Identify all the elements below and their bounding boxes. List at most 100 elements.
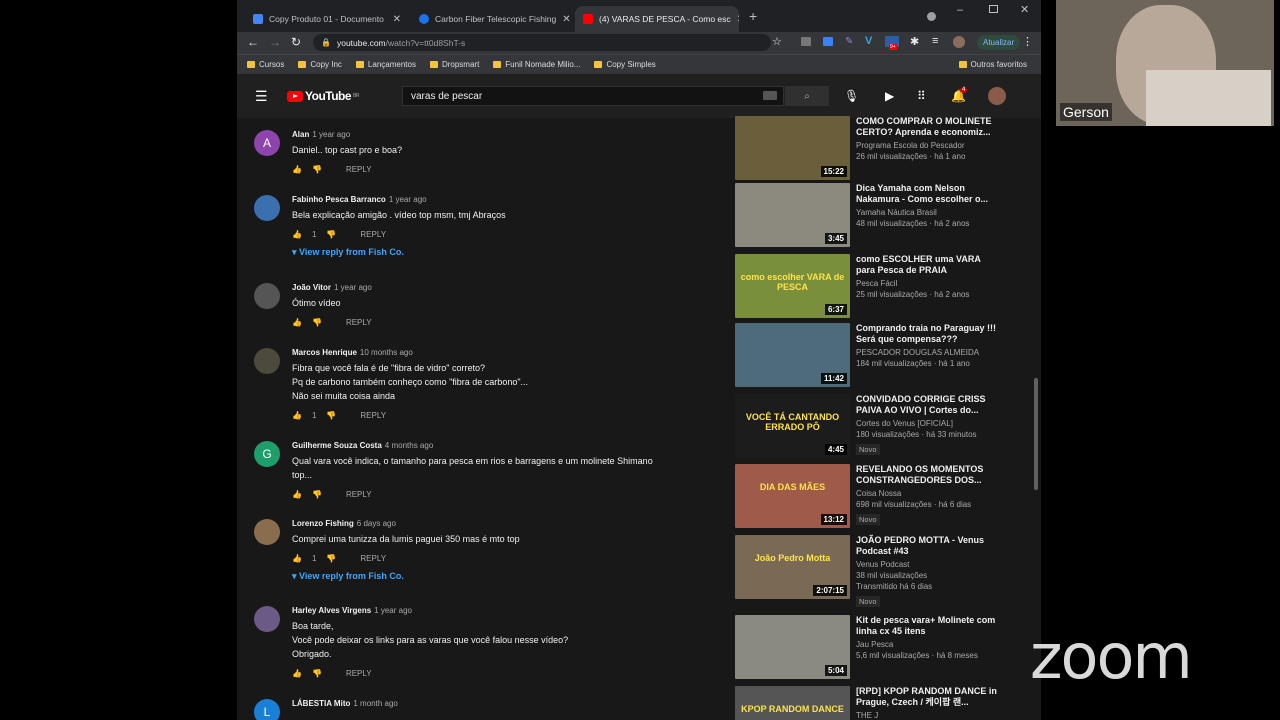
tab-docs[interactable]: Copy Produto 01 - Documento ✕ <box>245 6 409 32</box>
scrollbar[interactable] <box>1034 378 1038 490</box>
view-reply-button[interactable]: ▾ View reply from Fish Co. <box>292 247 712 258</box>
related-video[interactable]: 15:22 COMO COMPRAR O MOLINETE CERTO? Apre… <box>735 116 1003 182</box>
comment-time[interactable]: 1 year ago <box>334 283 372 292</box>
comment-author[interactable]: Lorenzo Fishing <box>292 519 354 528</box>
microphone-icon[interactable]: 🎙 <box>844 89 859 103</box>
reply-button[interactable]: REPLY <box>360 554 386 563</box>
avatar[interactable] <box>254 283 280 309</box>
video-thumbnail[interactable]: VOCÊ TÁ CANTANDO ERRADO PÔ 4:45 <box>735 394 850 458</box>
video-channel[interactable]: Pesca Fácil <box>856 279 1001 288</box>
comment-author[interactable]: Fabinho Pesca Barranco <box>292 195 386 204</box>
profile-dot-icon[interactable] <box>927 12 936 21</box>
video-thumbnail[interactable]: KPOP RANDOM DANCE <box>735 686 850 720</box>
dislike-icon[interactable]: 👎 <box>312 490 322 499</box>
video-channel[interactable]: Cortes do Venus [OFICIAL] <box>856 419 1001 428</box>
comment-time[interactable]: 10 months ago <box>360 348 413 357</box>
extension-icon[interactable]: V <box>865 35 872 47</box>
video-title[interactable]: COMO COMPRAR O MOLINETE CERTO? Aprenda e… <box>856 116 1001 138</box>
video-channel[interactable]: Venus Podcast <box>856 560 1001 569</box>
avatar[interactable]: L <box>254 699 280 720</box>
related-video[interactable]: 5:04 Kit de pesca vara+ Molinete com linh… <box>735 615 1003 681</box>
bookmark-star-icon[interactable]: ☆ <box>772 35 782 48</box>
bookmark-cursos[interactable]: Cursos <box>247 60 284 69</box>
dislike-icon[interactable]: 👎 <box>326 411 336 420</box>
bookmark-lancamentos[interactable]: Lançamentos <box>355 60 416 69</box>
youtube-logo[interactable]: YouTube BR <box>287 89 359 103</box>
video-thumbnail[interactable]: 15:22 <box>735 116 850 180</box>
avatar[interactable] <box>254 348 280 374</box>
comment-author[interactable]: LÁBESTIA Mito <box>292 699 350 708</box>
avatar[interactable] <box>254 519 280 545</box>
video-channel[interactable]: PESCADOR DOUGLAS ALMEIDA <box>856 348 1001 357</box>
video-thumbnail[interactable]: 3:45 <box>735 183 850 247</box>
video-title[interactable]: REVELANDO OS MOMENTOS CONSTRANGEDORES DO… <box>856 464 1001 486</box>
new-tab-button[interactable]: + <box>749 8 757 24</box>
account-avatar[interactable] <box>988 87 1006 105</box>
extension-icon[interactable] <box>801 37 811 46</box>
extension-icon[interactable]: ✎ <box>845 36 853 47</box>
bookmark-funil[interactable]: Funil Nomade Milio... <box>493 60 580 69</box>
related-video[interactable]: como escolher VARA de PESCA 6:37 como ESCO… <box>735 254 1003 320</box>
bookmark-dropsmart[interactable]: Dropsmart <box>429 60 479 69</box>
like-icon[interactable]: 👍 <box>292 411 302 420</box>
reply-button[interactable]: REPLY <box>346 165 372 174</box>
puzzle-icon[interactable]: ✱ <box>910 35 919 48</box>
dislike-icon[interactable]: 👎 <box>312 318 322 327</box>
tab-youtube[interactable]: (4) VARAS DE PESCA - Como esc ✕ <box>575 6 739 32</box>
like-icon[interactable]: 👍 <box>292 318 302 327</box>
video-thumbnail[interactable]: como escolher VARA de PESCA 6:37 <box>735 254 850 318</box>
like-icon[interactable]: 👍 <box>292 230 302 239</box>
video-channel[interactable]: Yamaha Náutica Brasil <box>856 208 1001 217</box>
comment-time[interactable]: 1 year ago <box>374 606 412 615</box>
update-button[interactable]: Atualizar <box>977 35 1021 50</box>
like-icon[interactable]: 👍 <box>292 490 302 499</box>
view-reply-button[interactable]: ▾ View reply from Fish Co. <box>292 571 712 582</box>
video-thumbnail[interactable]: 11:42 <box>735 323 850 387</box>
tab-carbon-fiber[interactable]: Carbon Fiber Telescopic Fishing ✕ <box>411 6 573 32</box>
video-title[interactable]: como ESCOLHER uma VARA para Pesca de PRA… <box>856 254 1001 276</box>
reply-button[interactable]: REPLY <box>346 669 372 678</box>
video-thumbnail[interactable]: 5:04 <box>735 615 850 679</box>
video-channel[interactable]: Jau Pesca <box>856 640 1001 649</box>
comment-time[interactable]: 1 month ago <box>353 699 397 708</box>
reply-button[interactable]: REPLY <box>346 318 372 327</box>
close-tab-icon[interactable]: ✕ <box>393 14 401 25</box>
comment-time[interactable]: 1 year ago <box>312 130 350 139</box>
avatar[interactable]: G <box>254 441 280 467</box>
comment-time[interactable]: 1 year ago <box>389 195 427 204</box>
search-button[interactable]: ⌕ <box>785 86 829 106</box>
search-input[interactable]: varas de pescar <box>402 86 784 106</box>
reply-button[interactable]: REPLY <box>360 230 386 239</box>
video-thumbnail[interactable]: João Pedro Motta 2:07:15 <box>735 535 850 599</box>
back-icon[interactable]: ← <box>247 35 259 49</box>
close-window-icon[interactable]: ✕ <box>1020 3 1029 16</box>
dislike-icon[interactable]: 👎 <box>326 554 336 563</box>
avatar[interactable] <box>254 606 280 632</box>
video-thumbnail[interactable]: DIA DAS MÃES 13:12 <box>735 464 850 528</box>
related-video[interactable]: 11:42 Comprando traia no Paraguay !!! Ser… <box>735 323 1003 389</box>
bookmark-other[interactable]: Outros favoritos <box>958 60 1027 69</box>
forward-icon[interactable]: → <box>269 35 281 49</box>
video-channel[interactable]: Coisa Nossa <box>856 489 1001 498</box>
comment-author[interactable]: Harley Alves Virgens <box>292 606 371 615</box>
like-icon[interactable]: 👍 <box>292 165 302 174</box>
video-title[interactable]: [RPD] KPOP RANDOM DANCE in Prague, Czech… <box>856 686 1001 708</box>
hamburger-menu-icon[interactable]: ☰ <box>255 88 268 105</box>
dislike-icon[interactable]: 👎 <box>312 669 322 678</box>
video-channel[interactable]: Programa Escola do Pescador <box>856 141 1001 150</box>
dislike-icon[interactable]: 👎 <box>312 165 322 174</box>
close-tab-icon[interactable]: ✕ <box>562 14 570 25</box>
comment-time[interactable]: 4 months ago <box>385 441 433 450</box>
related-video[interactable]: 3:45 Dica Yamaha com Nelson Nakamura - Co… <box>735 183 1003 249</box>
maximize-icon[interactable] <box>989 5 998 13</box>
video-title[interactable]: Dica Yamaha com Nelson Nakamura - Como e… <box>856 183 1001 205</box>
video-title[interactable]: JOÃO PEDRO MOTTA - Venus Podcast #43 <box>856 535 1001 557</box>
bookmark-copy-inc[interactable]: Copy Inc <box>298 60 342 69</box>
video-title[interactable]: CONVIDADO CORRIGE CRISS PAIVA AO VIVO | … <box>856 394 1001 416</box>
comment-time[interactable]: 6 days ago <box>357 519 396 528</box>
like-icon[interactable]: 👍 <box>292 554 302 563</box>
related-video[interactable]: João Pedro Motta 2:07:15 JOÃO PEDRO MOTTA … <box>735 535 1003 607</box>
reply-button[interactable]: REPLY <box>346 490 372 499</box>
related-video[interactable]: VOCÊ TÁ CANTANDO ERRADO PÔ 4:45 CONVIDADO … <box>735 394 1003 460</box>
address-bar[interactable]: 🔒 youtube.com/watch?v=tt0d8ShT-s <box>313 34 771 51</box>
